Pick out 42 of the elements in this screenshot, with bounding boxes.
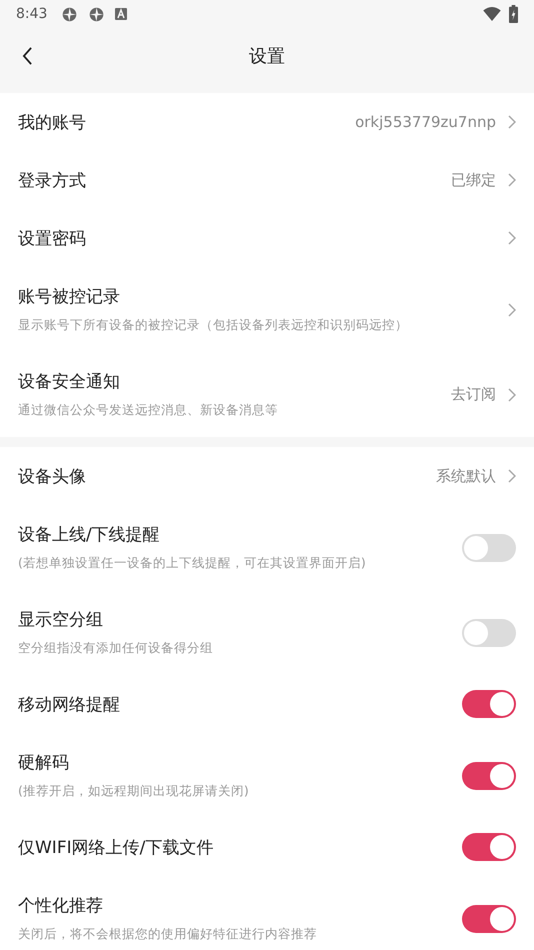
chevron-icon[interactable]: [508, 115, 516, 129]
setting-description: 通过微信公众号发送远控消息、新设备消息等: [18, 402, 279, 419]
setting-label: 移动网络提醒: [18, 694, 121, 716]
aperture-icon: [88, 6, 106, 22]
chevron-icon[interactable]: [508, 231, 516, 245]
wifi-icon: [483, 7, 501, 21]
setting-label: 仅WIFI网络上传/下载文件: [18, 836, 214, 858]
setting-value: orkj553779zu7nnp: [355, 113, 496, 131]
toggle-switch[interactable]: [462, 534, 516, 562]
setting-label: 个性化推荐: [18, 895, 104, 917]
setting-label: 登录方式: [18, 170, 87, 192]
setting-description: 关闭后，将不会根据您的使用偏好特征进行内容推荐: [18, 926, 318, 943]
setting-description: 空分组指没有添加任何设备得分组: [18, 640, 214, 657]
aperture-icon: [61, 6, 78, 22]
back-icon[interactable]: [22, 46, 33, 64]
setting-description: 显示账号下所有设备的被控记录（包括设备列表远控和识别码远控）: [18, 317, 409, 334]
setting-description: (若想单独设置任一设备的上下线提醒，可在其设置界面开启): [18, 555, 367, 572]
chevron-icon[interactable]: [508, 302, 516, 316]
page-title: 设置: [249, 44, 285, 68]
toggle-switch[interactable]: [462, 904, 516, 932]
battery-icon: [509, 5, 518, 23]
setting-label: 显示空分组: [18, 609, 104, 631]
setting-label: 设备头像: [18, 466, 87, 488]
setting-label: 账号被控记录: [18, 286, 121, 308]
chevron-icon[interactable]: [508, 469, 516, 483]
toggle-switch[interactable]: [462, 690, 516, 718]
toggle-switch[interactable]: [462, 618, 516, 646]
toggle-switch[interactable]: [462, 762, 516, 790]
setting-label: 设备上线/下线提醒: [18, 524, 161, 546]
square-icon: [115, 8, 128, 20]
setting-value: 去订阅: [451, 385, 496, 404]
toggle-switch[interactable]: [462, 833, 516, 861]
setting-description: (推荐开启，如远程期间出现花屏请关闭): [18, 783, 250, 800]
setting-value: 系统默认: [436, 466, 496, 486]
status-time: 8:43: [16, 6, 48, 22]
setting-label: 我的账号: [18, 112, 87, 134]
setting-label: 设置密码: [18, 228, 87, 250]
setting-value: 已绑定: [451, 170, 496, 190]
chevron-icon[interactable]: [508, 388, 516, 402]
setting-label: 硬解码: [18, 752, 70, 774]
setting-label: 设备安全通知: [18, 371, 121, 393]
chevron-icon[interactable]: [508, 173, 516, 187]
